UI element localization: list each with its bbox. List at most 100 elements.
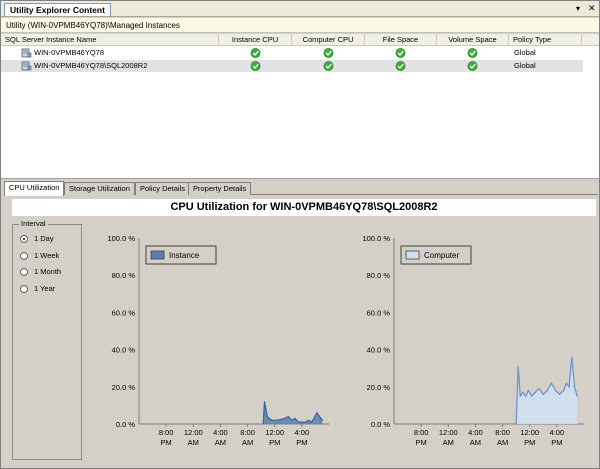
data-point	[297, 421, 300, 423]
x-tick-label: 12:00	[439, 428, 458, 437]
grid-header: SQL Server Instance Name Instance CPU Co…	[1, 34, 599, 46]
data-point	[527, 389, 529, 392]
data-point	[321, 419, 323, 421]
data-point	[531, 395, 533, 397]
data-point	[517, 365, 519, 367]
radio-button[interactable]	[20, 235, 28, 243]
data-point	[287, 415, 289, 418]
data-point	[294, 417, 296, 420]
window-title: Utility Explorer Content	[4, 3, 111, 16]
x-tick-label: AM	[470, 438, 481, 447]
x-tick-label: 4:00	[213, 428, 228, 437]
tab-policy-details[interactable]: Policy Details	[135, 182, 191, 195]
y-tick-label: 0.0 %	[116, 420, 136, 429]
y-tick-label: 40.0 %	[367, 346, 391, 355]
legend-swatch	[150, 250, 165, 260]
data-point	[558, 393, 561, 395]
dropdown-arrow-icon[interactable]: ▾	[576, 4, 580, 14]
column-header-file-space[interactable]: File Space	[365, 34, 437, 46]
column-header-volume-space[interactable]: Volume Space	[437, 34, 509, 46]
computer-cpu-chart: 100.0 % 80.0 % 60.0 % 40.0 % 20.0 % 0.0 % 8:00…	[362, 234, 584, 447]
data-point	[313, 417, 315, 420]
x-tick-label: PM	[416, 438, 427, 447]
tab-property-details[interactable]: Property Details	[188, 182, 252, 195]
table-row[interactable]: WIN-0VPMB46YQ78 Global	[1, 47, 583, 59]
data-point	[262, 423, 264, 425]
policy-type: Global	[514, 48, 536, 57]
data-point	[277, 419, 279, 421]
ok-status-icon	[467, 48, 478, 58]
x-tick-label: AM	[215, 438, 226, 447]
x-tick-label: AM	[242, 438, 253, 447]
y-tick-label: 100.0 %	[107, 234, 135, 243]
x-tick-label: 4:00	[468, 428, 483, 437]
title-bar: Utility Explorer Content ▾ ✕	[1, 1, 599, 17]
server-instance-icon	[21, 48, 32, 58]
data-point	[316, 412, 318, 414]
ok-status-icon	[323, 48, 334, 58]
data-point	[525, 395, 527, 397]
radio-button[interactable]	[20, 268, 28, 276]
x-tick-label: 4:00	[295, 428, 310, 437]
ok-status-icon	[467, 61, 478, 71]
data-point	[563, 389, 565, 392]
instance-name: WIN-0VPMB46YQ78\SQL2008R2	[34, 61, 148, 70]
radio-label: 1 Year	[34, 284, 56, 293]
x-tick-label: PM	[551, 438, 562, 447]
legend-swatch	[405, 250, 420, 260]
y-tick-label: 40.0 %	[112, 346, 136, 355]
data-point	[571, 356, 573, 358]
instance-name: WIN-0VPMB46YQ78	[34, 48, 105, 57]
y-tick-label: 0.0 %	[371, 420, 391, 429]
data-point	[522, 391, 524, 393]
table-row[interactable]: WIN-0VPMB46YQ78\SQL2008R2 Global	[1, 60, 583, 72]
data-point	[318, 415, 321, 418]
breadcrumb: Utility (WIN-0VPMB46YQ78)\Managed Instan…	[1, 18, 599, 33]
y-tick-label: 100.0 %	[362, 234, 390, 243]
x-tick-label: AM	[443, 438, 454, 447]
y-tick-label: 60.0 %	[367, 308, 391, 317]
data-point	[565, 382, 567, 384]
data-point	[263, 401, 266, 403]
data-point	[576, 395, 578, 397]
data-point	[554, 389, 557, 392]
close-icon[interactable]: ✕	[588, 3, 596, 13]
data-point	[538, 388, 540, 390]
tab-storage-utilization[interactable]: Storage Utilization	[64, 182, 135, 195]
data-point	[573, 386, 576, 388]
data-point	[546, 389, 548, 392]
tab-cpu-utilization[interactable]: CPU Utilization	[4, 181, 65, 196]
radio-label: 1 Day	[34, 234, 54, 243]
data-point	[534, 391, 536, 393]
data-point	[308, 419, 310, 421]
x-tick-label: 12:00	[265, 428, 284, 437]
ok-status-icon	[250, 48, 261, 58]
column-header-computer-cpu[interactable]: Computer CPU	[292, 34, 365, 46]
x-tick-label: 8:00	[495, 428, 510, 437]
x-tick-label: 12:00	[184, 428, 203, 437]
column-header-instance-name[interactable]: SQL Server Instance Name	[5, 34, 219, 46]
data-point	[266, 415, 268, 418]
column-header-policy-type[interactable]: Policy Type	[509, 34, 582, 46]
data-point	[550, 382, 553, 384]
interval-group: Interval 1 Day 1 Week 1 Month 1 Year	[12, 219, 82, 460]
data-point	[519, 395, 521, 397]
y-tick-label: 80.0 %	[112, 271, 136, 280]
policy-type: Global	[514, 61, 536, 70]
ok-status-icon	[395, 61, 406, 71]
instance-cpu-chart: 100.0 % 80.0 % 60.0 % 40.0 % 20.0 % 0.0 % 8:00…	[107, 234, 329, 447]
cpu-utilization-panel: CPU Utilization for WIN-0VPMB46YQ78\SQL2…	[4, 196, 598, 468]
x-tick-label: 4:00	[550, 428, 565, 437]
data-point	[291, 419, 293, 421]
y-tick-label: 80.0 %	[367, 271, 391, 280]
radio-button[interactable]	[20, 252, 28, 260]
data-point	[304, 421, 306, 423]
radio-button[interactable]	[20, 285, 28, 293]
details-tabstrip: CPU Utilization Storage Utilization Poli…	[4, 181, 598, 196]
column-header-instance-cpu[interactable]: Instance CPU	[219, 34, 292, 46]
data-point	[310, 421, 312, 423]
ok-status-icon	[250, 61, 261, 71]
data-point	[568, 386, 570, 388]
y-tick-label: 60.0 %	[112, 308, 136, 317]
interval-label: Interval	[19, 219, 48, 228]
